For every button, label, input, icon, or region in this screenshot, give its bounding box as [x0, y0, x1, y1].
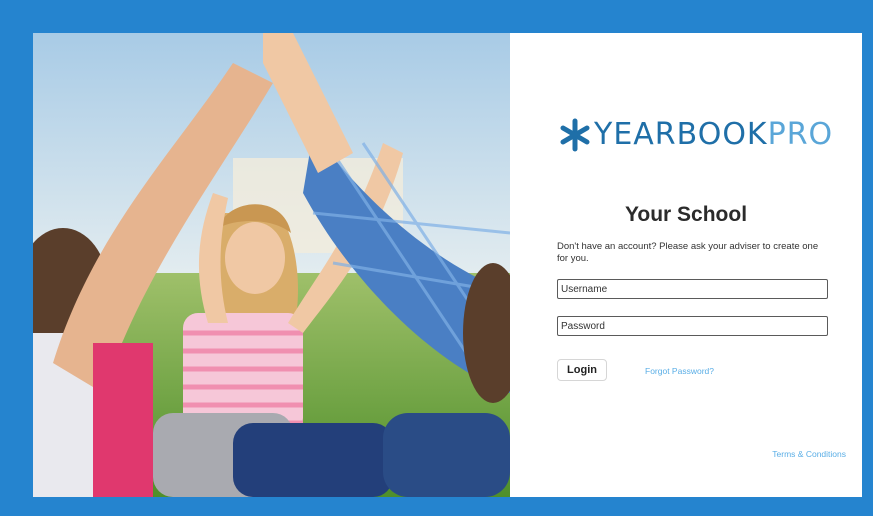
terms-conditions-link[interactable]: Terms & Conditions: [772, 449, 846, 459]
login-card: YEARBOOKPRO Your School Don't have an ac…: [33, 33, 862, 497]
children-playing-illustration: [33, 33, 510, 497]
password-input[interactable]: [557, 316, 828, 336]
hero-photo: [33, 33, 510, 497]
login-button[interactable]: Login: [557, 359, 607, 381]
username-input[interactable]: [557, 279, 828, 299]
asterisk-logo-icon: [560, 118, 590, 151]
brand-wordmark: YEARBOOKPRO: [594, 117, 833, 152]
login-panel: YEARBOOKPRO Your School Don't have an ac…: [510, 33, 862, 497]
school-title: Your School: [624, 203, 748, 226]
account-hint: Don't have an account? Please ask your a…: [557, 241, 819, 264]
brand-logo: YEARBOOKPRO: [558, 117, 833, 152]
brand-wordmark-main: YEARBOOK: [594, 117, 768, 152]
brand-wordmark-accent: PRO: [767, 117, 834, 152]
forgot-password-link[interactable]: Forgot Password?: [645, 366, 714, 376]
